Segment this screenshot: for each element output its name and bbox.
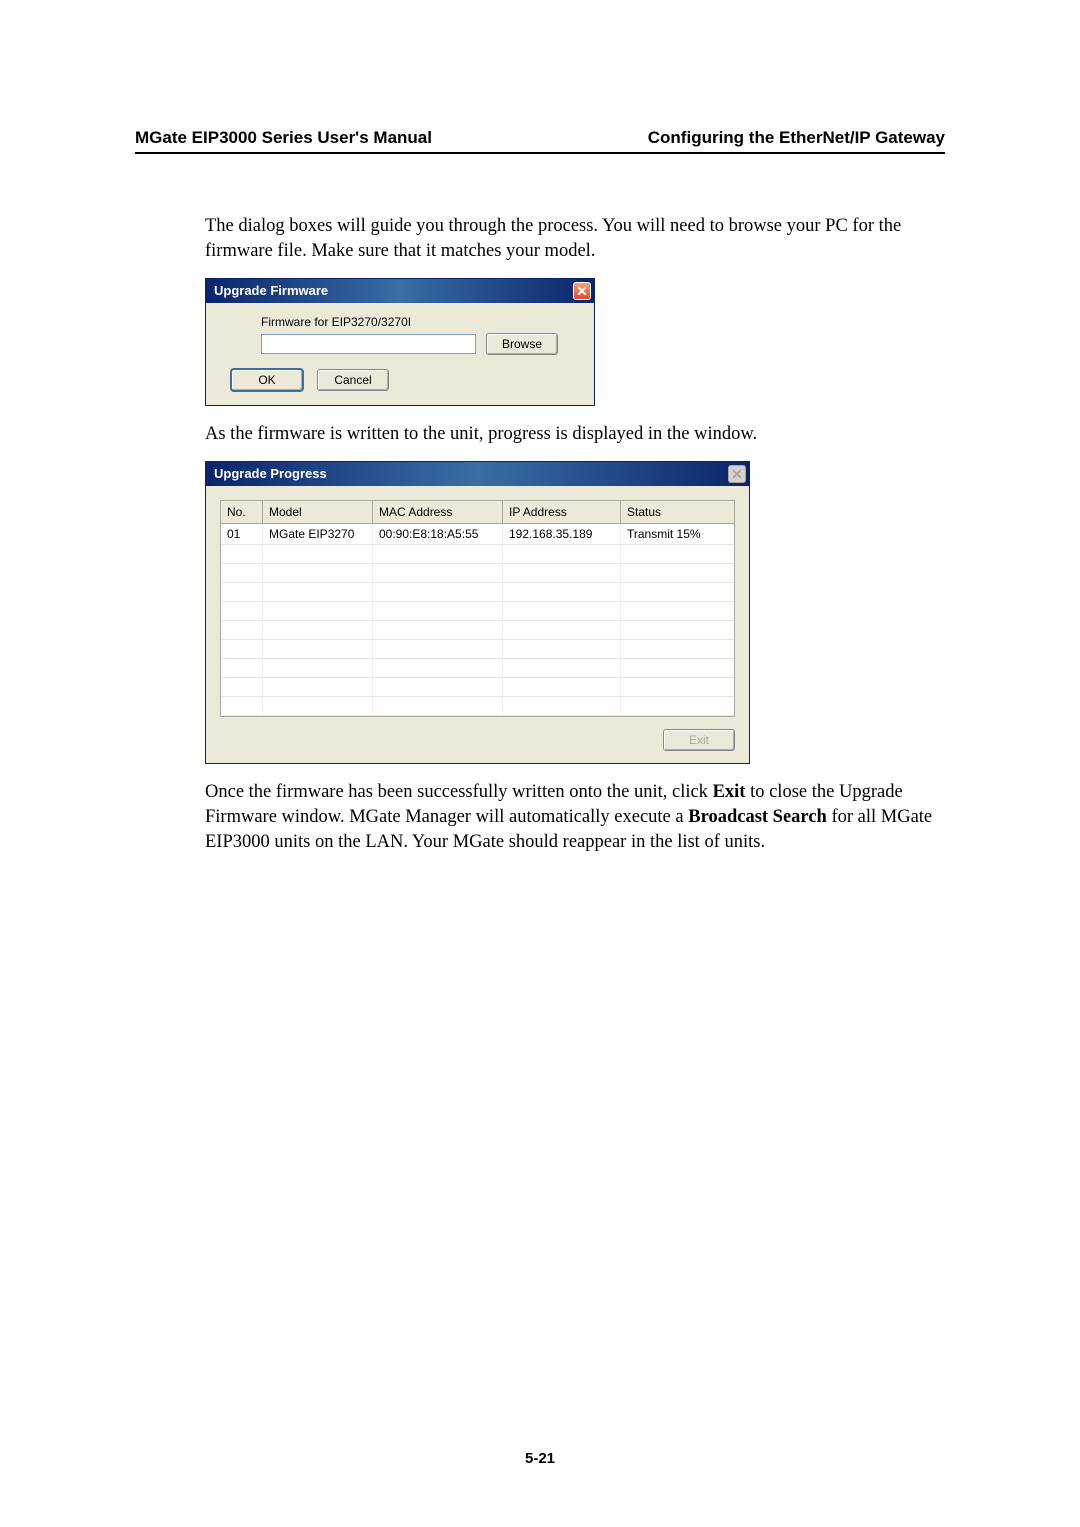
col-model: Model	[263, 501, 373, 523]
table-row	[221, 697, 734, 716]
table-row	[221, 602, 734, 621]
ok-button[interactable]: OK	[231, 369, 303, 391]
browse-button[interactable]: Browse	[486, 333, 558, 355]
intro-paragraph: The dialog boxes will guide you through …	[205, 214, 945, 264]
table-row	[221, 583, 734, 602]
table-row	[221, 564, 734, 583]
table-row	[221, 659, 734, 678]
col-ip: IP Address	[503, 501, 621, 523]
cell-mac: 00:90:E8:18:A5:55	[373, 524, 503, 544]
table-row	[221, 640, 734, 659]
dialog-titlebar: Upgrade Firmware ✕	[206, 279, 594, 303]
cell-no: 01	[221, 524, 263, 544]
cell-status: Transmit 15%	[621, 524, 734, 544]
exit-button: Exit	[663, 729, 735, 751]
cell-model: MGate EIP3270	[263, 524, 373, 544]
progress-table: No. Model MAC Address IP Address Status …	[220, 500, 735, 717]
table-row: 01 MGate EIP3270 00:90:E8:18:A5:55 192.1…	[221, 524, 734, 545]
page-number: 5-21	[0, 1450, 1080, 1467]
close-icon[interactable]: ✕	[573, 282, 591, 300]
col-status: Status	[621, 501, 734, 523]
dialog-title: Upgrade Firmware	[214, 283, 328, 298]
firmware-path-input[interactable]	[261, 334, 476, 354]
header-right: Configuring the EtherNet/IP Gateway	[648, 128, 945, 148]
progress-paragraph: As the firmware is written to the unit, …	[205, 422, 945, 447]
bold-exit: Exit	[713, 782, 746, 802]
header-left: MGate EIP3000 Series User's Manual	[135, 128, 432, 148]
bold-broadcast: Broadcast Search	[688, 807, 827, 827]
table-row	[221, 621, 734, 640]
close-icon: ✕	[728, 465, 746, 483]
cancel-button[interactable]: Cancel	[317, 369, 389, 391]
text-segment: Once the firmware has been successfully …	[205, 782, 713, 802]
firmware-label: Firmware for EIP3270/3270I	[261, 315, 576, 329]
upgrade-firmware-dialog: Upgrade Firmware ✕ Firmware for EIP3270/…	[205, 278, 595, 406]
table-row	[221, 545, 734, 564]
col-no: No.	[221, 501, 263, 523]
dialog-titlebar: Upgrade Progress ✕	[206, 462, 749, 486]
col-mac: MAC Address	[373, 501, 503, 523]
table-header-row: No. Model MAC Address IP Address Status	[221, 501, 734, 524]
dialog-title: Upgrade Progress	[214, 466, 327, 481]
table-row	[221, 678, 734, 697]
page-header: MGate EIP3000 Series User's Manual Confi…	[135, 128, 945, 154]
cell-ip: 192.168.35.189	[503, 524, 621, 544]
upgrade-progress-dialog: Upgrade Progress ✕ No. Model MAC Address…	[205, 461, 750, 764]
final-paragraph: Once the firmware has been successfully …	[205, 780, 945, 855]
